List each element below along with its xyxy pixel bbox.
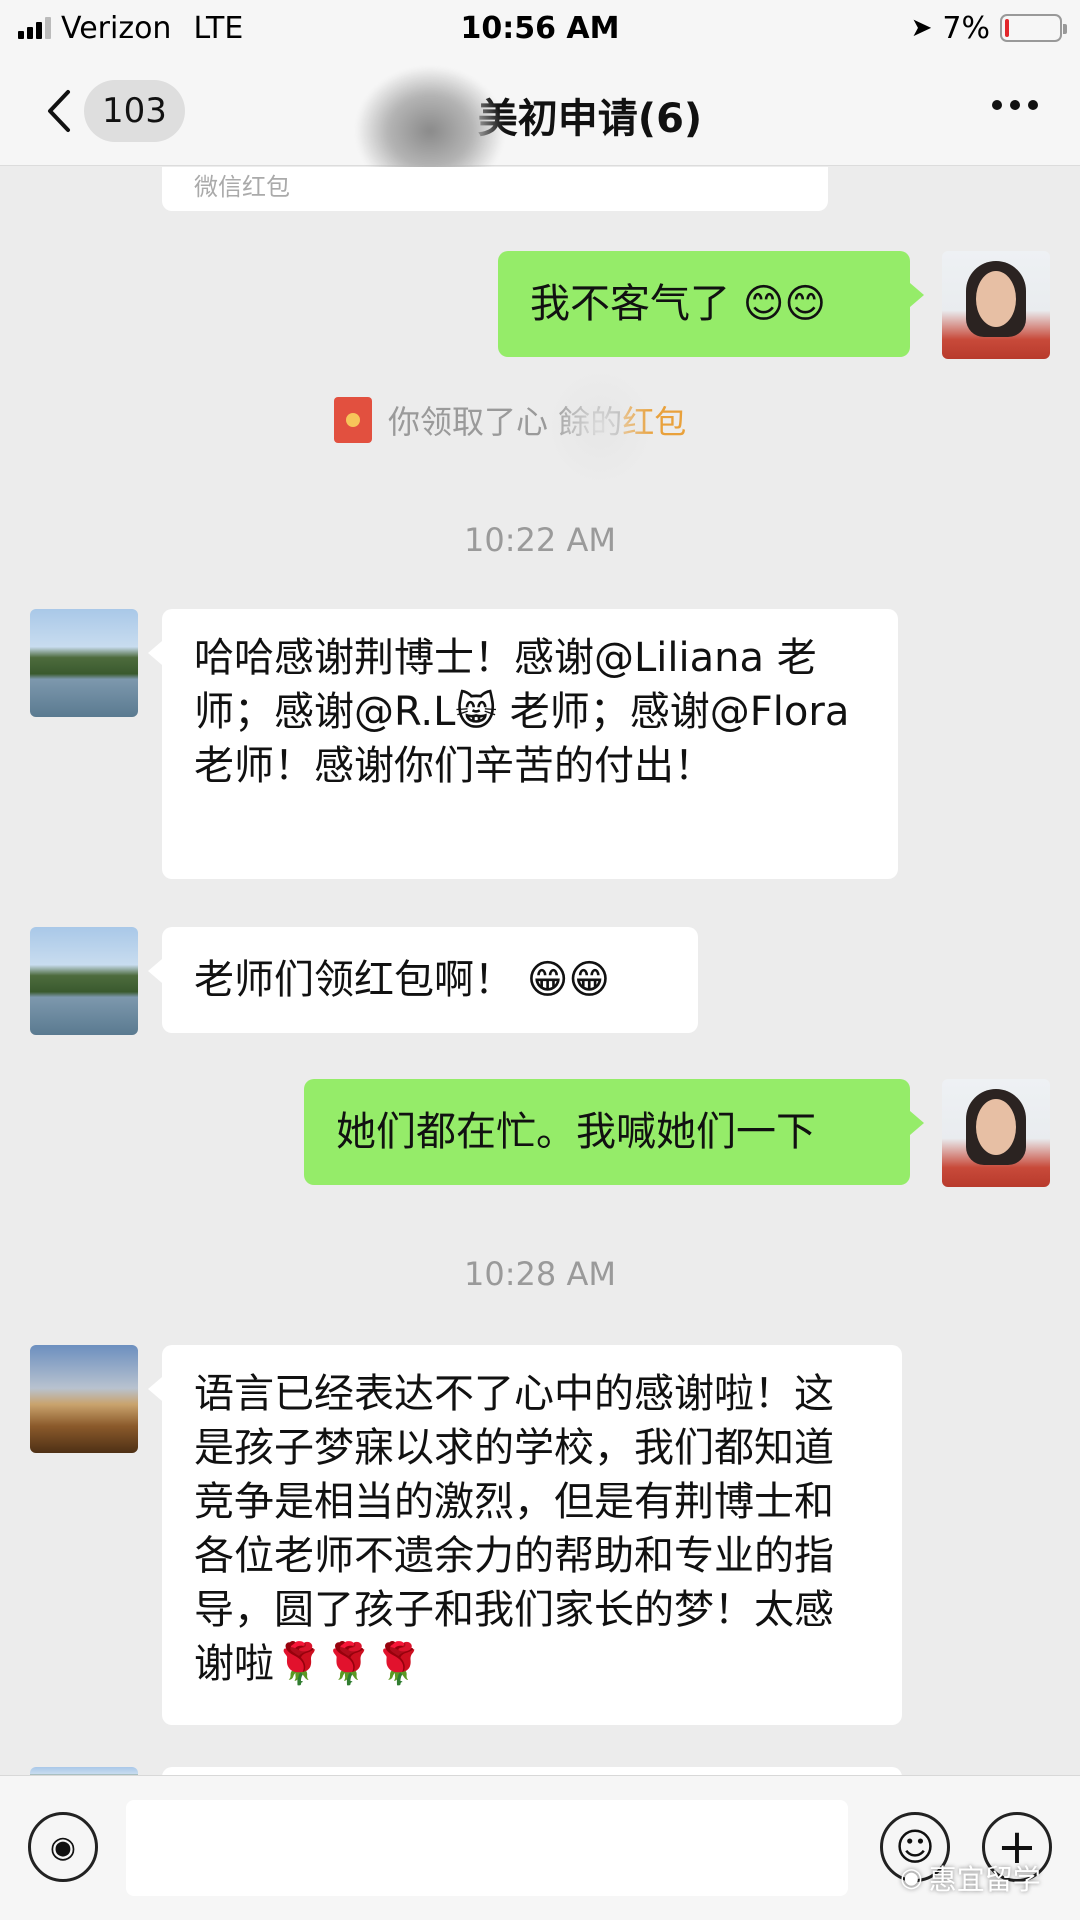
message-bubble-outgoing[interactable]: 她们都在忙。我喊她们一下 [304, 1079, 924, 1185]
message-bubble-incoming[interactable]: 语言已经表达不了心中的感谢啦！这是孩子梦寐以求的学校，我们都知道竞争是相当的激烈… [148, 1345, 902, 1725]
message-bubble-outgoing[interactable]: 我不客气了 😊😊 [498, 251, 924, 357]
chat-title: 美初申请(6) [477, 96, 703, 142]
avatar-self[interactable] [942, 1079, 1050, 1187]
avatar-contact[interactable] [30, 609, 138, 717]
status-left: Verizon LTE [18, 11, 243, 46]
voice-icon[interactable]: ◉ [28, 1812, 98, 1882]
message-input[interactable] [126, 1800, 848, 1896]
avatar-self[interactable] [942, 251, 1050, 359]
location-arrow-icon: ➤ [910, 13, 933, 43]
wechat-logo-icon: ◉ [900, 1863, 923, 1893]
message-bubble-incoming[interactable]: 哈哈感谢荆博士！感谢@Liliana 老师；感谢@R.L😸 老师；感谢@Flor… [148, 609, 898, 879]
timestamp: 10:28 AM [464, 1255, 616, 1293]
message-bubble-incoming[interactable]: 老师们领红包啊！ 😁😁 [148, 927, 698, 1033]
message-bubble-partial [162, 1767, 902, 1775]
chat-area[interactable]: 微信红包 我不客气了 😊😊 你领取了心 餘的红包 10:22 AM 哈哈感谢荆博… [0, 167, 1080, 1775]
input-bar: ◉ ☺ + [0, 1775, 1080, 1920]
watermark: ◉ 惠宜留学 [900, 1858, 1041, 1898]
redacted-scribble [545, 367, 655, 487]
network-label: LTE [193, 10, 244, 46]
battery-fill [1005, 19, 1009, 37]
status-right: ➤ 7% [910, 10, 1067, 46]
avatar-contact[interactable] [30, 927, 138, 1035]
avatar-contact[interactable] [30, 1345, 138, 1453]
carrier-label: Verizon [61, 10, 172, 46]
more-dots-icon[interactable] [992, 100, 1038, 110]
red-packet-card[interactable]: 微信红包 [162, 167, 828, 211]
watermark-text: 惠宜留学 [928, 1863, 1041, 1896]
timestamp: 10:22 AM [464, 521, 616, 559]
battery-icon [1000, 14, 1067, 42]
avatar-contact [30, 1767, 138, 1775]
signal-icon [18, 17, 51, 39]
status-bar: Verizon LTE 10:56 AM ➤ 7% [0, 0, 1080, 56]
nav-bar: 103 美初申请(6) [0, 56, 1080, 196]
battery-percent: 7% [942, 10, 990, 46]
note-prefix: 你领取了 [388, 403, 517, 441]
red-packet-icon [334, 397, 372, 443]
